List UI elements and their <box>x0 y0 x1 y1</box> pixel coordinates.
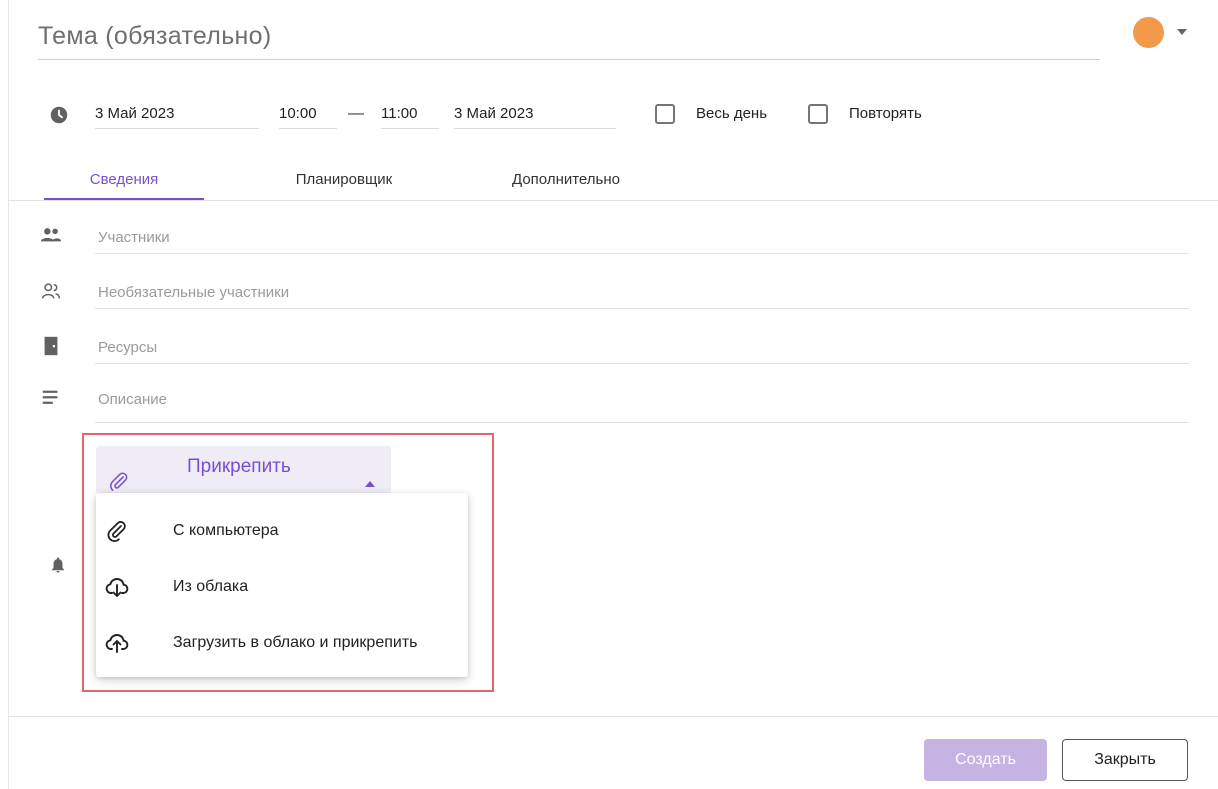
door-icon <box>44 336 58 356</box>
tab-scheduler[interactable]: Планировщик <box>264 163 424 200</box>
bell-icon[interactable] <box>49 555 67 575</box>
optional-participants-field[interactable] <box>95 276 1189 309</box>
end-date-field[interactable]: 3 Май 2023 <box>454 98 616 129</box>
people-icon <box>40 228 62 242</box>
paperclip-icon <box>110 472 128 491</box>
subject-input[interactable] <box>38 14 1100 58</box>
clock-icon <box>50 106 68 124</box>
participants-input[interactable] <box>95 221 1189 253</box>
start-time-field[interactable]: 10:00 <box>279 98 337 129</box>
start-date-field[interactable]: 3 Май 2023 <box>95 98 259 129</box>
menu-item-label: Из облака <box>173 578 249 595</box>
repeat-checkbox[interactable] <box>808 104 828 124</box>
end-time-field[interactable]: 11:00 <box>381 98 439 129</box>
all-day-label[interactable]: Весь день <box>696 98 767 129</box>
footer-divider <box>8 716 1218 717</box>
menu-item-label: Загрузить в облако и прикрепить <box>173 634 418 651</box>
resources-input[interactable] <box>95 331 1189 363</box>
tabs-divider <box>8 200 1218 201</box>
close-button[interactable]: Закрыть <box>1062 739 1188 781</box>
cloud-download-icon <box>105 578 129 597</box>
attach-menu: С компьютера Из облака Загрузить в облак… <box>96 493 468 677</box>
menu-item-upload-to-cloud[interactable]: Загрузить в облако и прикрепить <box>96 615 468 671</box>
paperclip-icon <box>107 521 126 542</box>
cloud-upload-icon <box>105 634 129 653</box>
tab-details[interactable]: Сведения <box>44 163 204 200</box>
tab-additional[interactable]: Дополнительно <box>486 163 646 200</box>
all-day-checkbox[interactable] <box>655 104 675 124</box>
description-input[interactable] <box>95 383 1189 415</box>
description-field[interactable] <box>95 383 1189 423</box>
menu-item-from-computer[interactable]: С компьютера <box>96 503 468 559</box>
people-outline-icon <box>42 283 60 299</box>
menu-item-from-cloud[interactable]: Из облака <box>96 559 468 615</box>
chevron-up-icon[interactable] <box>365 481 375 487</box>
create-button[interactable]: Создать <box>924 739 1047 781</box>
repeat-label[interactable]: Повторять <box>849 98 922 129</box>
resources-field[interactable] <box>95 331 1189 364</box>
optional-participants-input[interactable] <box>95 276 1189 308</box>
event-color-picker[interactable] <box>1133 17 1164 48</box>
participants-field[interactable] <box>95 221 1189 254</box>
time-separator: — <box>348 105 364 122</box>
attach-label[interactable]: Прикрепить <box>187 456 291 478</box>
notes-icon <box>42 390 58 404</box>
menu-item-label: С компьютера <box>173 522 279 539</box>
chevron-down-icon[interactable] <box>1177 29 1187 35</box>
subject-field[interactable] <box>38 14 1100 60</box>
